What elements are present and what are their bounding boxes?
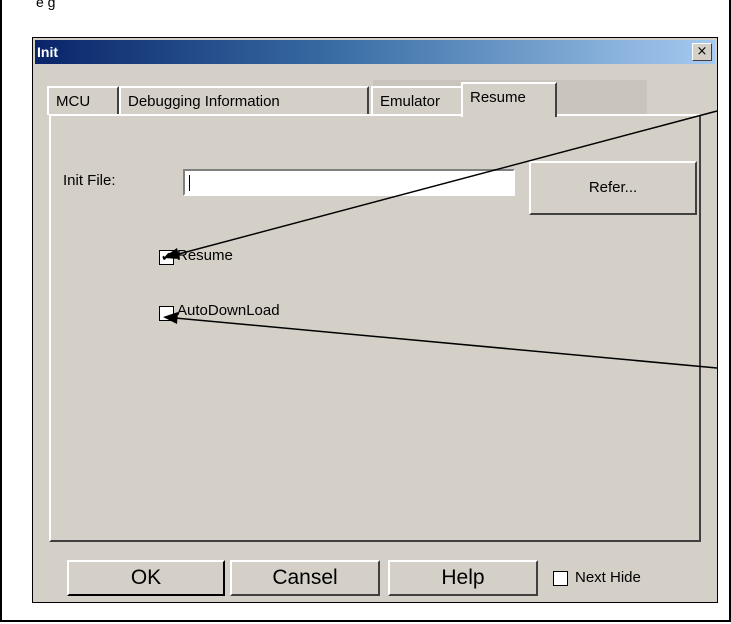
arrow-icon — [174, 110, 718, 256]
arrow-head-icon — [163, 248, 180, 259]
tab-resume[interactable]: Resume — [461, 82, 557, 117]
annotation-arrows — [163, 110, 718, 369]
arrow-head-icon — [163, 312, 178, 324]
arrow-icon — [174, 317, 718, 369]
tab-label: Resume — [470, 89, 526, 106]
